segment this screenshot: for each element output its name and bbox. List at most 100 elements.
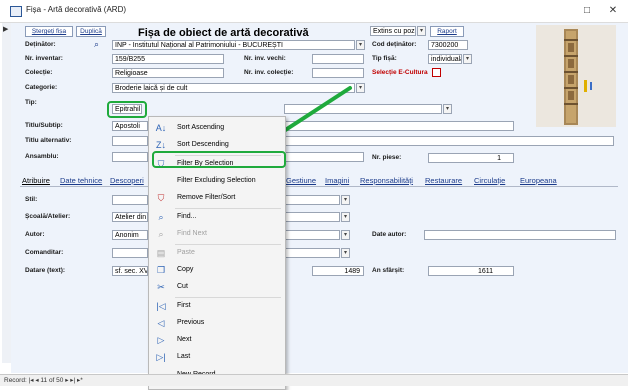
scoala-field[interactable]: Atelier din T bbox=[112, 212, 148, 222]
menu-item-label: Find... bbox=[177, 213, 197, 220]
colectie-field[interactable]: Religioase bbox=[112, 68, 224, 78]
tab-restaurare[interactable]: Restaurare bbox=[425, 176, 462, 185]
window-titlebar: Fișa - Artă decorativă (ARD) □ ✕ bbox=[0, 0, 628, 23]
scoala-dropdown-icon[interactable]: ▾ bbox=[341, 212, 350, 222]
tip-fisa-label: Tip fișă: bbox=[372, 55, 397, 62]
menu-item-label: Next bbox=[177, 336, 192, 343]
ansamblu-label: Ansamblu: bbox=[25, 153, 59, 160]
tab-gestiune[interactable]: Gestiune bbox=[286, 176, 316, 185]
datare-start-field[interactable]: 1489 bbox=[312, 266, 364, 276]
object-photo-drawing bbox=[536, 25, 616, 127]
categorie-label: Categorie: bbox=[25, 84, 58, 91]
autor-field-extension[interactable] bbox=[284, 230, 340, 240]
close-button[interactable]: ✕ bbox=[604, 3, 622, 19]
comanditar-field[interactable] bbox=[112, 248, 148, 258]
date-autor-label: Date autor: bbox=[372, 231, 407, 238]
tab-date-tehnice[interactable]: Date tehnice bbox=[60, 176, 102, 185]
scoala-field-extension[interactable] bbox=[284, 212, 340, 222]
menu-item-sort-ascending[interactable]: A↓ Sort Ascending bbox=[149, 120, 285, 137]
next-icon: ▷ bbox=[157, 335, 165, 345]
duplicate-button[interactable]: Duplică bbox=[76, 26, 106, 37]
an-sfarsit-field[interactable]: 1611 bbox=[428, 266, 514, 276]
comanditar-field-extension[interactable] bbox=[284, 248, 340, 258]
titlu-alternativ-label: Titlu alternativ: bbox=[25, 137, 72, 144]
tab-europeana[interactable]: Europeana bbox=[520, 176, 557, 185]
paste-icon: ▤ bbox=[156, 248, 166, 258]
menu-item-label: Paste bbox=[177, 249, 195, 256]
sort-ascending-icon: A↓ bbox=[155, 123, 167, 133]
selectie-ecultura-checkbox[interactable] bbox=[432, 68, 441, 77]
tab-atribuire[interactable]: Atribuire bbox=[22, 176, 50, 185]
tip-dropdown-icon[interactable]: ▾ bbox=[443, 104, 452, 114]
nr-piese-field[interactable]: 1 bbox=[428, 153, 514, 163]
search-icon[interactable]: ⌕ bbox=[94, 39, 99, 50]
menu-item-label: Sort Ascending bbox=[177, 124, 225, 131]
cod-detinator-label: Cod deținător: bbox=[372, 41, 417, 48]
remove-filter-icon: ⛉ bbox=[157, 193, 165, 203]
tip-fisa-select[interactable]: individuală bbox=[428, 54, 462, 64]
menu-item-filter-excluding-selection[interactable]: Filter Excluding Selection bbox=[149, 173, 285, 190]
window-title: Fișa - Artă decorativă (ARD) bbox=[26, 5, 127, 14]
detinator-label: Deținător: bbox=[25, 41, 56, 48]
nr-piese-label: Nr. piese: bbox=[372, 154, 402, 161]
cut-icon: ✂ bbox=[157, 282, 165, 292]
nr-inventar-label: Nr. inventar: bbox=[25, 55, 63, 62]
menu-item-next[interactable]: ▷ Next bbox=[149, 332, 285, 349]
menu-item-find[interactable]: ⌕ Find... bbox=[149, 209, 285, 226]
titlu-field[interactable]: Apostoli bbox=[112, 121, 148, 131]
report-button[interactable]: Raport bbox=[430, 26, 464, 37]
record-navigator[interactable]: Record: |◂ ◂ 11 of 50 ▸ ▸| ▸* bbox=[4, 376, 83, 384]
autor-label: Autor: bbox=[25, 231, 45, 238]
tip-field-highlight bbox=[107, 101, 147, 118]
menu-item-cut[interactable]: ✂ Cut bbox=[149, 279, 285, 296]
autor-field[interactable]: Anonim bbox=[112, 230, 148, 240]
previous-icon: ◁ bbox=[157, 318, 165, 328]
menu-item-last[interactable]: ▷| Last bbox=[149, 349, 285, 366]
stil-field[interactable] bbox=[112, 195, 148, 205]
colectie-label: Colecție: bbox=[25, 69, 53, 76]
nr-inv-colectie-label: Nr. inv. colecție: bbox=[244, 69, 294, 76]
tab-descoperire[interactable]: Descoperi bbox=[110, 176, 144, 185]
nr-inv-colectie-field[interactable] bbox=[312, 68, 364, 78]
menu-item-label: Cut bbox=[177, 283, 188, 290]
datare-field[interactable]: sf. sec. XV - bbox=[112, 266, 148, 276]
ansamblu-field[interactable] bbox=[112, 152, 148, 162]
menu-item-previous[interactable]: ◁ Previous bbox=[149, 315, 285, 332]
menu-item-remove-filter[interactable]: ⛉ Remove Filter/Sort bbox=[149, 190, 285, 207]
menu-item-label: Find Next bbox=[177, 230, 207, 237]
selectie-ecultura-label: Selecție E-Cultura bbox=[372, 69, 428, 76]
autor-dropdown-icon[interactable]: ▾ bbox=[341, 230, 350, 240]
menu-item-label: Last bbox=[177, 353, 191, 360]
filter-by-selection-highlight bbox=[152, 151, 286, 168]
titlu-label: Titlu/Subtip: bbox=[25, 122, 63, 129]
tab-circulatie[interactable]: Circulație bbox=[474, 176, 505, 185]
cod-detinator-field[interactable]: 7300200 bbox=[428, 40, 468, 50]
delete-record-button[interactable]: Ștergeți fișa bbox=[25, 26, 73, 37]
stil-dropdown-icon[interactable]: ▾ bbox=[341, 195, 350, 205]
view-mode-select[interactable]: Extins cu poză bbox=[370, 26, 416, 36]
stil-field-extension[interactable] bbox=[284, 195, 340, 205]
minimize-button[interactable]: □ bbox=[578, 3, 596, 19]
tip-fisa-dropdown-icon[interactable]: ▾ bbox=[463, 54, 472, 64]
menu-item-first[interactable]: |◁ First bbox=[149, 298, 285, 315]
nr-inventar-field[interactable]: 159/B255 bbox=[112, 54, 224, 64]
tab-responsabilitati[interactable]: Responsabilități bbox=[360, 176, 413, 185]
titlu-alternativ-field[interactable] bbox=[112, 136, 148, 146]
date-autor-field[interactable] bbox=[424, 230, 616, 240]
detinator-field[interactable]: INP - Institutul Național al Patrimoniul… bbox=[112, 40, 355, 50]
current-record-icon: ▶ bbox=[3, 26, 9, 33]
menu-item-paste[interactable]: ▤ Paste bbox=[149, 245, 285, 262]
menu-item-find-next[interactable]: ⌕ Find Next bbox=[149, 226, 285, 243]
form-title: Fișa de obiect de artă decorativă bbox=[138, 27, 309, 39]
nr-inv-vechi-label: Nr. inv. vechi: bbox=[244, 55, 286, 62]
find-icon: ⌕ bbox=[158, 212, 164, 222]
detinator-dropdown-icon[interactable]: ▾ bbox=[356, 40, 365, 50]
menu-item-copy[interactable]: ❐ Copy bbox=[149, 262, 285, 279]
tab-imagini[interactable]: Imagini bbox=[325, 176, 349, 185]
comanditar-dropdown-icon[interactable]: ▾ bbox=[341, 248, 350, 258]
view-mode-dropdown-icon[interactable]: ▾ bbox=[417, 26, 426, 36]
comanditar-label: Comanditar: bbox=[25, 249, 64, 256]
nr-inv-vechi-field[interactable] bbox=[312, 54, 364, 64]
an-sfarsit-label: An sfârșit: bbox=[372, 267, 405, 274]
last-icon: ▷| bbox=[156, 352, 166, 362]
